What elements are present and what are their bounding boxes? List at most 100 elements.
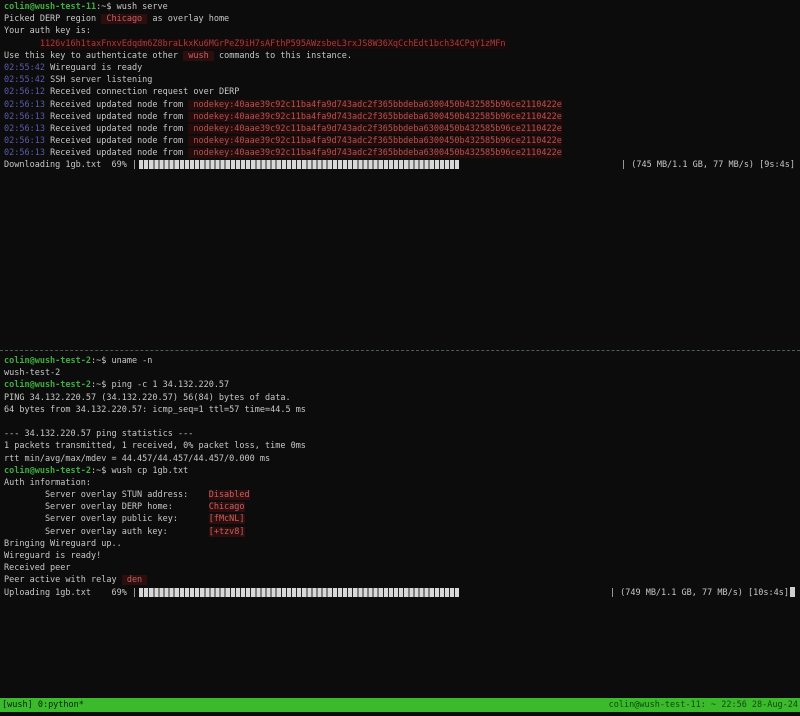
terminal-line: --- 34.132.220.57 ping statistics --- — [4, 428, 800, 440]
node-key-value: nodekey:40aae39c92c11ba4fa9d743adc2f365b… — [188, 148, 562, 158]
terminal-text: Auth information: — [4, 478, 91, 488]
terminal-text: Bringing Wireguard up.. — [4, 539, 122, 549]
terminal-text: :~$ wush cp 1gb.txt — [91, 466, 188, 476]
terminal-line: Server overlay auth key: [+tzv8] — [4, 526, 800, 538]
timestamp: 02:56:12 — [4, 87, 45, 97]
terminal-line: Your auth key is: — [4, 25, 800, 37]
status-right-host-clock: colin@wush-test-11: ~ 22:56 28-Aug-24 — [609, 698, 798, 712]
prompt-user-host: colin@wush-test-2 — [4, 380, 91, 390]
highlighted-value: Chicago — [209, 502, 245, 512]
terminal-text: Received updated node from — [45, 112, 188, 122]
terminal-line: Use this key to authenticate other wush … — [4, 50, 800, 62]
session-name: [wush] — [2, 700, 38, 710]
terminal-line: 02:56:13 Received updated node from node… — [4, 99, 800, 111]
terminal-text: --- 34.132.220.57 ping statistics --- — [4, 429, 193, 439]
terminal-line: Bringing Wireguard up.. — [4, 538, 800, 550]
terminal-line: wush-test-2 — [4, 367, 800, 379]
terminal-text: wush-test-2 — [4, 368, 60, 378]
terminal-line: Uploading 1gb.txt 69% | | (749 MB/1.1 GB,… — [4, 587, 800, 599]
terminal-text: Received updated node from — [45, 124, 188, 134]
terminal-text: Server overlay STUN address: — [4, 490, 209, 500]
terminal-text: Downloading 1gb.txt 69% | — [4, 160, 137, 170]
terminal-text: Server overlay DERP home: — [4, 502, 209, 512]
terminal-text: Received updated node from — [45, 100, 188, 110]
terminal-text: as overlay home — [147, 14, 229, 24]
terminal-text: rtt min/avg/max/mdev = 44.457/44.457/44.… — [4, 454, 270, 464]
terminal-text: Uploading 1gb.txt 69% | — [4, 588, 137, 598]
terminal-line: 02:56:13 Received updated node from node… — [4, 123, 800, 135]
prompt-user-host: colin@wush-test-11 — [4, 2, 96, 12]
prompt-user-host: colin@wush-test-2 — [4, 356, 91, 366]
terminal-line: Received peer — [4, 562, 800, 574]
terminal-line: 02:56:13 Received updated node from node… — [4, 135, 800, 147]
terminal-line: Auth information: — [4, 477, 800, 489]
terminal-cursor — [790, 587, 795, 597]
terminal-line: 02:55:42 SSH server listening — [4, 74, 800, 86]
terminal-line: 02:56:12 Received connection request ove… — [4, 86, 800, 98]
terminal-line: colin@wush-test-2:~$ uname -n — [4, 355, 800, 367]
pane-divider[interactable] — [0, 350, 800, 351]
timestamp: 02:55:42 — [4, 75, 45, 85]
terminal-text: :~$ uname -n — [91, 356, 152, 366]
terminal-text: :~$ wush serve — [96, 2, 168, 12]
node-key-value: nodekey:40aae39c92c11ba4fa9d743adc2f365b… — [188, 136, 562, 146]
node-key-value: nodekey:40aae39c92c11ba4fa9d743adc2f365b… — [188, 112, 562, 122]
tmux-status-bar: [wush] 0:python* colin@wush-test-11: ~ 22… — [0, 698, 800, 712]
window-tab[interactable]: 0:python* — [38, 700, 84, 710]
terminal-text: Wireguard is ready — [45, 63, 142, 73]
terminal-line: colin@wush-test-2:~$ ping -c 1 34.132.22… — [4, 379, 800, 391]
timestamp: 02:56:13 — [4, 100, 45, 110]
terminal-line: Wireguard is ready! — [4, 550, 800, 562]
download-progress-stats: | (745 MB/1.1 GB, 77 MB/s) [9s:4s] — [621, 159, 795, 171]
terminal-text: Peer active with relay — [4, 575, 122, 585]
timestamp: 02:56:13 — [4, 112, 45, 122]
screen: { "colors": { "background": "#0c0c0c", "… — [0, 0, 800, 716]
terminal-text: Server overlay auth key: — [4, 527, 209, 537]
highlighted-value: wush — [183, 51, 214, 61]
terminal-text: Received connection request over DERP — [45, 87, 239, 97]
terminal-line: 02:55:42 Wireguard is ready — [4, 62, 800, 74]
terminal-text: Wireguard is ready! — [4, 551, 101, 561]
terminal-line: 64 bytes from 34.132.220.57: icmp_seq=1 … — [4, 404, 800, 416]
node-key-value: nodekey:40aae39c92c11ba4fa9d743adc2f365b… — [188, 124, 562, 134]
timestamp: 02:55:42 — [4, 63, 45, 73]
highlighted-value: Chicago — [101, 14, 147, 24]
terminal-text: Use this key to authenticate other — [4, 51, 183, 61]
terminal-text: SSH server listening — [45, 75, 152, 85]
upload-progress-stats: | (749 MB/1.1 GB, 77 MB/s) [10s:4s] — [610, 587, 795, 599]
highlighted-value: [fMcNL] — [209, 514, 245, 524]
highlighted-value: Disabled — [209, 490, 250, 500]
terminal-text: 64 bytes from 34.132.220.57: icmp_seq=1 … — [4, 405, 306, 415]
timestamp: 02:56:13 — [4, 136, 45, 146]
download-progress-fill — [139, 160, 459, 169]
terminal-line: colin@wush-test-2:~$ wush cp 1gb.txt — [4, 465, 800, 477]
timestamp: 02:56:13 — [4, 148, 45, 158]
top-terminal-pane[interactable]: colin@wush-test-11:~$ wush servePicked D… — [4, 1, 800, 172]
terminal-text: PING 34.132.220.57 (34.132.220.57) 56(84… — [4, 393, 291, 403]
bottom-terminal-pane[interactable]: colin@wush-test-2:~$ uname -nwush-test-2… — [4, 355, 800, 599]
upload-progress-bar — [139, 588, 603, 597]
terminal-line: 02:56:13 Received updated node from node… — [4, 147, 800, 159]
terminal-text: Picked DERP region — [4, 14, 101, 24]
terminal-line: Server overlay public key: [fMcNL] — [4, 513, 800, 525]
download-progress-bar — [139, 160, 603, 169]
terminal-text: commands to this instance. — [214, 51, 352, 61]
terminal-line: colin@wush-test-11:~$ wush serve — [4, 1, 800, 13]
highlighted-value: den — [122, 575, 148, 585]
terminal-line: Downloading 1gb.txt 69% | | (745 MB/1.1 G… — [4, 159, 800, 171]
terminal-line: 1 packets transmitted, 1 received, 0% pa… — [4, 440, 800, 452]
terminal-text: Your auth key is: — [4, 26, 91, 36]
terminal-text: Server overlay public key: — [4, 514, 209, 524]
node-key-value: nodekey:40aae39c92c11ba4fa9d743adc2f365b… — [188, 100, 562, 110]
terminal-line: 02:56:13 Received updated node from node… — [4, 111, 800, 123]
terminal-line: Server overlay DERP home: Chicago — [4, 501, 800, 513]
timestamp: 02:56:13 — [4, 124, 45, 134]
terminal-line: Server overlay STUN address: Disabled — [4, 489, 800, 501]
terminal-text: Received updated node from — [45, 136, 188, 146]
terminal-line: PING 34.132.220.57 (34.132.220.57) 56(84… — [4, 392, 800, 404]
terminal-line: Peer active with relay den — [4, 574, 800, 586]
auth-key-value: 1126v16h1taxFnxvEdqdm6Z8braLkxKu6MGrPeZ9… — [40, 39, 506, 49]
terminal-line: 1126v16h1taxFnxvEdqdm6Z8braLkxKu6MGrPeZ9… — [4, 38, 800, 50]
terminal-text: :~$ ping -c 1 34.132.220.57 — [91, 380, 229, 390]
upload-progress-fill — [139, 588, 459, 597]
